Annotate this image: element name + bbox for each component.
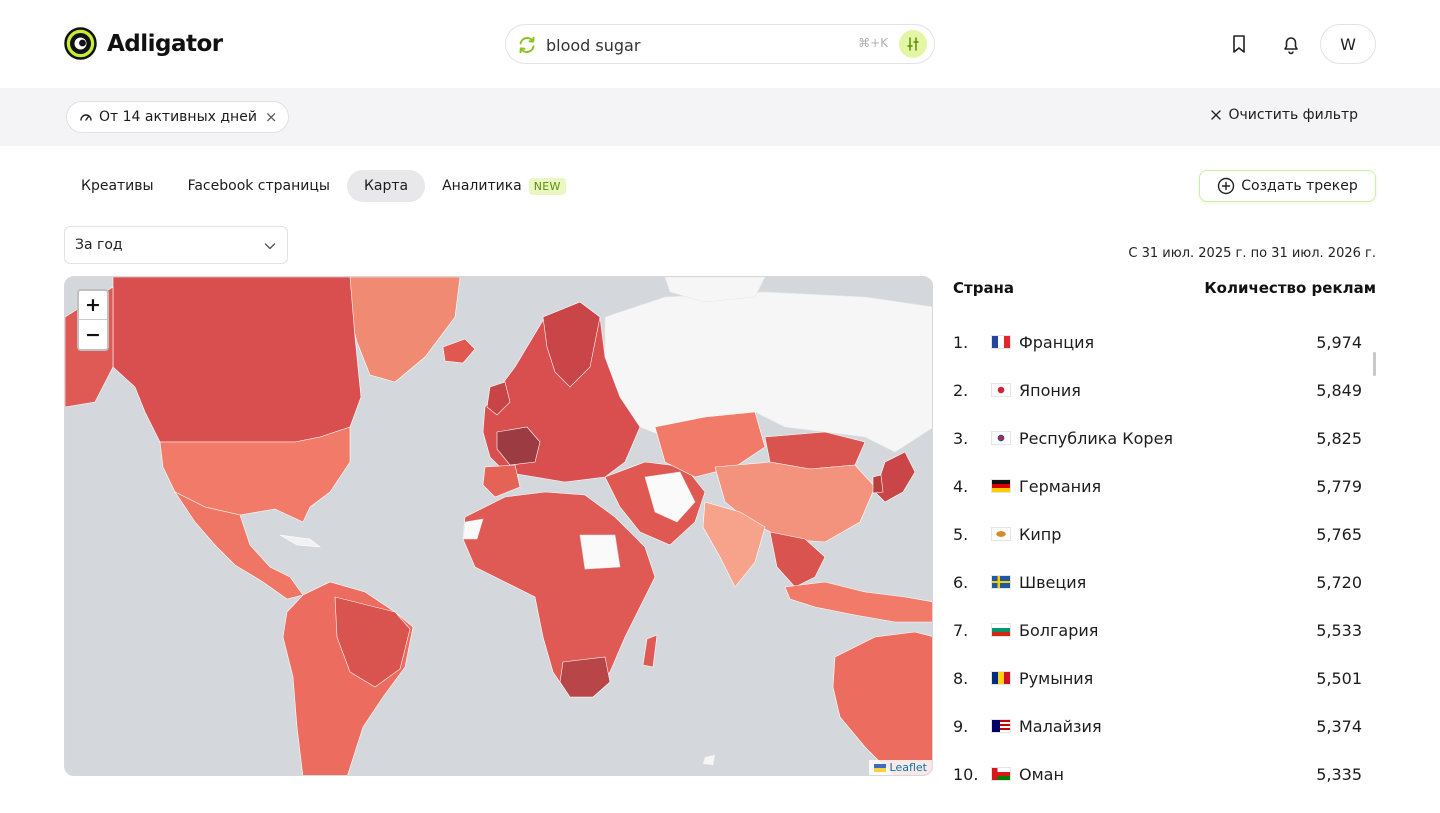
- row-rank: 6.: [953, 572, 969, 592]
- row-rank: 8.: [953, 668, 969, 688]
- my-flag-icon: [991, 719, 1011, 733]
- ua-flag-icon: [873, 763, 886, 772]
- chip-label: От 14 активных дней: [99, 109, 257, 125]
- logo[interactable]: Adligator: [64, 27, 223, 60]
- row-country: Франция: [1019, 332, 1095, 352]
- row-rank: 4.: [953, 476, 969, 496]
- search-bar[interactable]: ⌘+K: [505, 24, 935, 64]
- row-rank: 1.: [953, 332, 969, 352]
- row-count: 5,974: [1316, 332, 1362, 352]
- cy-flag-icon: [991, 527, 1011, 541]
- close-icon: [1211, 110, 1222, 120]
- table-row[interactable]: 3. Республика Корея 5,825: [953, 414, 1376, 462]
- search-input[interactable]: [546, 33, 846, 57]
- row-country: Япония: [1019, 380, 1081, 400]
- brand-name: Adligator: [107, 30, 223, 57]
- row-country: Малайзия: [1019, 716, 1102, 736]
- row-rank: 2.: [953, 380, 969, 400]
- row-rank: 7.: [953, 620, 969, 640]
- row-rank: 5.: [953, 524, 969, 544]
- world-map[interactable]: + − Leaflet: [64, 276, 933, 776]
- row-count: 5,720: [1316, 572, 1362, 592]
- header: Adligator ⌘+K W: [0, 0, 1440, 88]
- filter-bar: От 14 активных дней × Очистить фильтр: [0, 88, 1440, 146]
- logo-icon: [64, 27, 97, 60]
- column-count: Количество реклам: [1204, 279, 1376, 297]
- tab-analytics-label: Аналитика: [442, 178, 522, 194]
- active-days-filter-chip[interactable]: От 14 активных дней ×: [66, 101, 289, 133]
- row-country: Швеция: [1019, 572, 1087, 592]
- table-row[interactable]: 4. Германия 5,779: [953, 462, 1376, 510]
- remove-chip-icon[interactable]: ×: [265, 108, 278, 126]
- search-shortcut: ⌘+K: [858, 36, 888, 50]
- table-rows[interactable]: 1. Франция 5,974 2. Япония 5,849 3. Респ…: [953, 318, 1376, 798]
- speedometer-icon: [80, 114, 92, 121]
- om-flag-icon: [991, 767, 1011, 781]
- tab-facebook-pages[interactable]: Facebook страницы: [171, 170, 347, 202]
- zoom-control: + −: [77, 289, 109, 351]
- fr-flag-icon: [991, 335, 1011, 349]
- row-rank: 9.: [953, 716, 969, 736]
- create-tracker-button[interactable]: Создать трекер: [1199, 170, 1376, 202]
- row-country: Республика Корея: [1019, 428, 1174, 448]
- row-country: Болгария: [1019, 620, 1099, 640]
- period-select[interactable]: За год: [64, 226, 288, 264]
- table-row[interactable]: 8. Румыния 5,501: [953, 654, 1376, 702]
- se-flag-icon: [991, 575, 1011, 589]
- create-tracker-label: Создать трекер: [1241, 178, 1358, 194]
- row-count: 5,825: [1316, 428, 1362, 448]
- table-row[interactable]: 1. Франция 5,974: [953, 318, 1376, 366]
- row-country: Кипр: [1019, 524, 1062, 544]
- row-count: 5,765: [1316, 524, 1362, 544]
- row-count: 5,374: [1316, 716, 1362, 736]
- row-count: 5,849: [1316, 380, 1362, 400]
- table-row[interactable]: 5. Кипр 5,765: [953, 510, 1376, 558]
- view-tabs: Креативы Facebook страницы Карта Аналити…: [64, 170, 583, 202]
- attribution-link[interactable]: Leaflet: [890, 761, 927, 774]
- table-row[interactable]: 6. Швеция 5,720: [953, 558, 1376, 606]
- new-badge: NEW: [528, 177, 566, 195]
- zoom-in-button[interactable]: +: [79, 291, 107, 320]
- de-flag-icon: [991, 479, 1011, 493]
- row-count: 5,501: [1316, 668, 1362, 688]
- tab-analytics[interactable]: Аналитика NEW: [425, 170, 583, 202]
- row-count: 5,335: [1316, 764, 1362, 784]
- map-attribution[interactable]: Leaflet: [868, 760, 932, 775]
- avatar-initial: W: [1340, 34, 1356, 54]
- refresh-icon[interactable]: [516, 34, 538, 56]
- row-count: 5,533: [1316, 620, 1362, 640]
- kr-flag-icon: [991, 431, 1011, 445]
- clear-filter-button[interactable]: Очистить фильтр: [1210, 107, 1358, 123]
- table-header: Страна Количество реклам: [953, 276, 1376, 300]
- period-selected: За год: [75, 237, 123, 253]
- row-country: Оман: [1019, 764, 1064, 784]
- zoom-out-button[interactable]: −: [79, 320, 107, 349]
- row-rank: 10.: [953, 764, 979, 784]
- bg-flag-icon: [991, 623, 1011, 637]
- table-row[interactable]: 7. Болгария 5,533: [953, 606, 1376, 654]
- choropleth-map[interactable]: [65, 277, 933, 776]
- table-row[interactable]: 10. Оман 5,335: [953, 750, 1376, 798]
- search-filters-button[interactable]: [899, 30, 927, 58]
- jp-flag-icon: [991, 383, 1011, 397]
- row-country: Германия: [1019, 476, 1102, 496]
- table-row[interactable]: 2. Япония 5,849: [953, 366, 1376, 414]
- table-row[interactable]: 9. Малайзия 5,374: [953, 702, 1376, 750]
- tab-creatives[interactable]: Креативы: [64, 170, 171, 202]
- tab-map[interactable]: Карта: [346, 170, 426, 202]
- date-range-label: С 31 июл. 2025 г. по 31 июл. 2026 г.: [1128, 246, 1376, 261]
- user-avatar[interactable]: W: [1320, 24, 1376, 64]
- bell-icon[interactable]: [1280, 33, 1302, 55]
- row-rank: 3.: [953, 428, 969, 448]
- chevron-down-icon: [264, 243, 276, 250]
- row-country: Румыния: [1019, 668, 1094, 688]
- plus-circle-icon: [1218, 177, 1235, 195]
- clear-filter-label: Очистить фильтр: [1228, 107, 1358, 123]
- ro-flag-icon: [991, 671, 1011, 685]
- sliders-icon: [907, 37, 919, 51]
- country-table: Страна Количество реклам 1. Франция 5,97…: [953, 276, 1376, 798]
- bookmark-icon[interactable]: [1228, 33, 1250, 55]
- row-count: 5,779: [1316, 476, 1362, 496]
- column-country: Страна: [953, 279, 1015, 297]
